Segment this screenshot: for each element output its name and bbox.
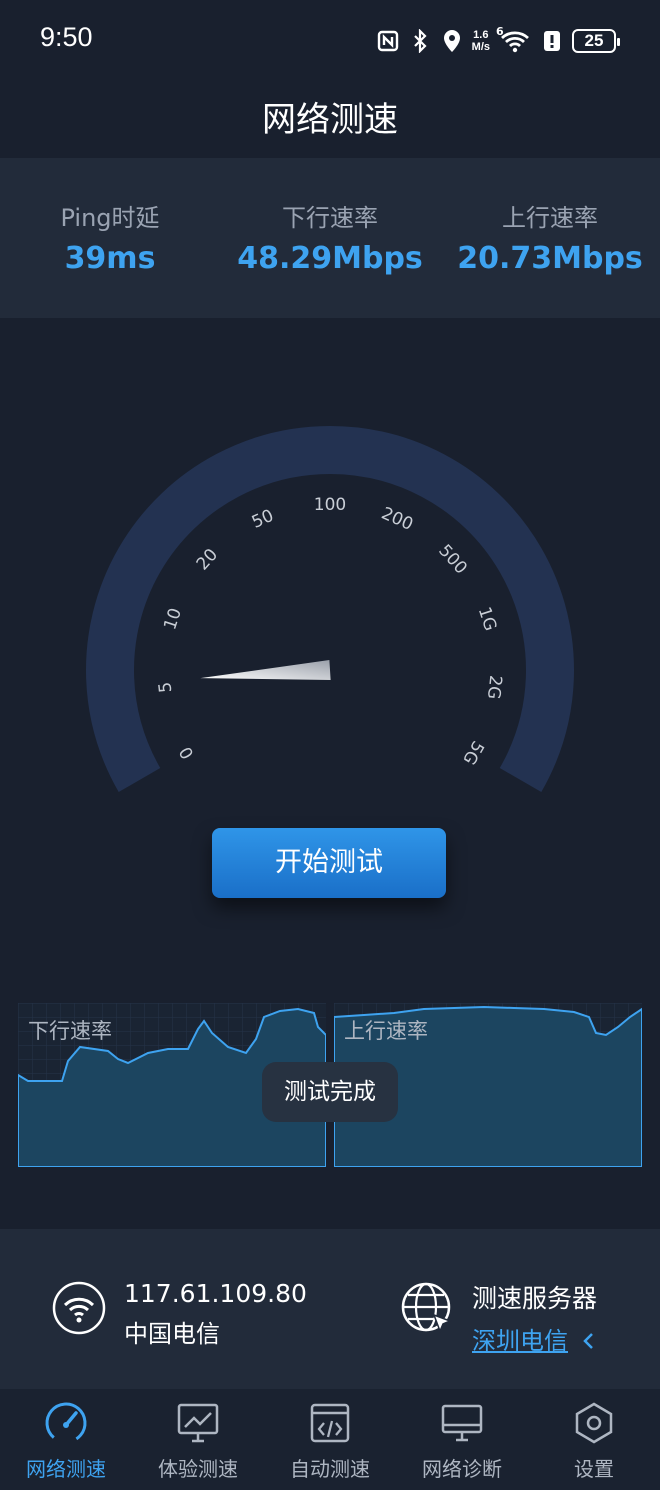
stats-panel: Ping时延 39ms 下行速率 48.29Mbps 上行速率 20.73Mbp…: [0, 158, 660, 318]
test-complete-toast: 测试完成: [262, 1062, 398, 1122]
monitor-chart-icon: [175, 1401, 221, 1445]
server-info[interactable]: 测速服务器 深圳电信: [472, 1279, 597, 1356]
nav-experience-speed[interactable]: 体验测速: [132, 1389, 264, 1490]
gauge-tick-label: 5G: [458, 737, 487, 768]
ping-stat: Ping时延 39ms: [0, 198, 220, 276]
server-selector[interactable]: 深圳电信: [472, 1321, 597, 1356]
globe-icon: [400, 1281, 456, 1341]
nav-label: 体验测速: [158, 1457, 238, 1481]
nav-network-speed[interactable]: 网络测速: [0, 1389, 132, 1490]
start-test-button[interactable]: 开始测试: [212, 828, 446, 898]
server-value[interactable]: 深圳电信: [472, 1327, 568, 1355]
nav-label: 网络诊断: [422, 1457, 502, 1481]
gauge-tick-label: 100: [314, 495, 346, 515]
network-info-panel: 117.61.109.80 中国电信 测速服务器 深圳电信: [0, 1229, 660, 1389]
nav-label: 设置: [574, 1457, 614, 1481]
chevron-left-icon[interactable]: [582, 1328, 594, 1356]
gauge-tick-label: 10: [160, 606, 186, 633]
gauge-tick-label: 1G: [474, 605, 500, 634]
gauge-tick-label: 20: [193, 545, 222, 574]
upload-stat: 上行速率 20.73Mbps: [440, 198, 660, 276]
download-chart-title: 下行速率: [28, 1019, 112, 1043]
nav-label: 自动测速: [290, 1457, 370, 1481]
bottom-nav: 网络测速 体验测速 自动测速 网络诊断 设置: [0, 1389, 660, 1490]
server-label: 测速服务器: [472, 1284, 598, 1313]
net-speed-value: 1.6: [473, 29, 489, 41]
ip-address: 117.61.109.80: [124, 1279, 307, 1308]
net-speed-unit: M/s: [471, 41, 490, 53]
status-icons: 1.6 M/s 6 25: [376, 24, 620, 58]
isp-name: 中国电信: [124, 1320, 220, 1348]
gauge-tick-label: 500: [434, 541, 471, 579]
upload-value: 20.73Mbps: [457, 241, 643, 276]
gauge-tick-label: 50: [249, 506, 277, 533]
ping-value: 39ms: [64, 241, 156, 276]
nav-label: 网络测速: [26, 1457, 106, 1481]
upload-label: 上行速率: [502, 204, 598, 232]
status-bar: 9:50 1.6 M/s 6 25: [0, 0, 660, 84]
battery-indicator: 25: [572, 29, 620, 53]
speedometer-icon: [43, 1401, 89, 1445]
nfc-icon: [376, 29, 400, 53]
gauge-tick-label: 200: [378, 504, 416, 535]
status-time: 9:50: [40, 22, 93, 52]
download-label: 下行速率: [282, 204, 378, 232]
monitor-icon: [439, 1401, 485, 1445]
gauge-tick-labels: 0 5 10 20 50 100 200 5001G 2G 5G: [155, 495, 505, 768]
nav-network-diagnosis[interactable]: 网络诊断: [396, 1389, 528, 1490]
settings-hexagon-icon: [571, 1401, 617, 1445]
wifi-icon: [52, 1281, 106, 1339]
nav-settings[interactable]: 设置: [528, 1389, 660, 1490]
bluetooth-icon: [408, 29, 432, 53]
download-value: 48.29Mbps: [237, 241, 423, 276]
wifi-generation: 6: [496, 25, 504, 38]
ip-info: 117.61.109.80 中国电信: [124, 1279, 307, 1349]
gauge-tick-label: 5: [155, 681, 176, 694]
gauge-needle: [200, 660, 331, 680]
nav-auto-speed[interactable]: 自动测速: [264, 1389, 396, 1490]
wifi-6-icon: 6: [496, 25, 532, 53]
gauge-tick-label: 2G: [483, 674, 505, 700]
location-icon: [440, 29, 464, 53]
network-speed-indicator: 1.6 M/s: [472, 29, 490, 53]
alert-icon: [540, 29, 564, 53]
gauge-tick-label: 0: [176, 743, 199, 762]
ping-label: Ping时延: [60, 204, 160, 232]
download-stat: 下行速率 48.29Mbps: [220, 198, 440, 276]
page-title: 网络测速: [262, 100, 398, 140]
code-window-icon: [307, 1401, 353, 1445]
upload-chart-title: 上行速率: [344, 1019, 428, 1043]
speed-gauge: 0 5 10 20 50 100 200 5001G 2G 5G: [86, 426, 574, 792]
